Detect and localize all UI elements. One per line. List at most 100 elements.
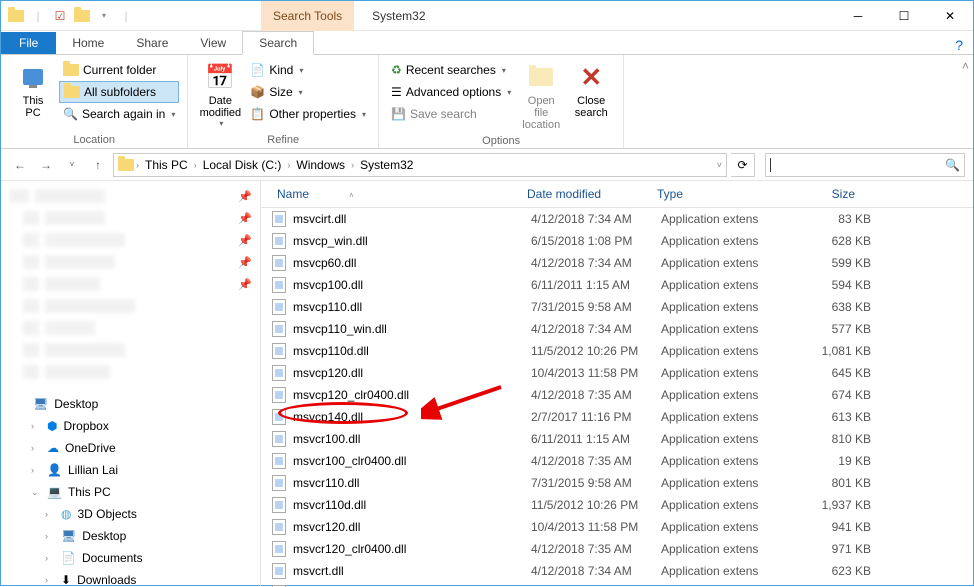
kind-button[interactable]: 📄Kind▾ xyxy=(246,59,370,81)
close-button[interactable]: ✕ xyxy=(927,1,973,31)
up-button[interactable]: ↑ xyxy=(87,154,109,176)
close-search-button[interactable]: ✕ Close search xyxy=(567,59,615,121)
file-list[interactable]: ˄ Name˄ Date modified Type Size msvcirt.… xyxy=(261,181,973,587)
file-row[interactable]: msvcp120_clr0400.dll 4/12/2018 7:35 AM A… xyxy=(261,384,973,406)
column-header-size[interactable]: Size xyxy=(771,185,861,203)
file-size: 1,081 KB xyxy=(781,344,871,358)
sidebar-item-downloads[interactable]: ›⬇Downloads xyxy=(1,569,260,587)
pin-icon[interactable]: 📌 xyxy=(238,278,252,291)
options-icon: ☰ xyxy=(391,85,402,99)
other-properties-button[interactable]: 📋Other properties▾ xyxy=(246,103,370,125)
file-name: msvcp110.dll xyxy=(293,300,531,314)
chevron-right-icon[interactable]: › xyxy=(351,160,354,170)
file-type: Application extens xyxy=(661,234,781,248)
file-type: Application extens xyxy=(661,476,781,490)
size-button[interactable]: 📦Size▾ xyxy=(246,81,370,103)
file-row[interactable]: msvcp100.dll 6/11/2011 1:15 AM Applicati… xyxy=(261,274,973,296)
maximize-button[interactable]: ☐ xyxy=(881,1,927,31)
breadcrumb-seg-2[interactable]: Windows xyxy=(292,156,349,174)
file-row[interactable]: msvcp_win.dll 6/15/2018 1:08 PM Applicat… xyxy=(261,230,973,252)
pin-icon[interactable]: 📌 xyxy=(238,256,252,269)
save-search-button[interactable]: 💾Save search xyxy=(387,103,515,125)
sidebar-item-desktop[interactable]: 🖥Desktop xyxy=(1,393,260,415)
sidebar-item-this-pc[interactable]: ⌄💻This PC xyxy=(1,481,260,503)
file-date: 4/12/2018 7:34 AM xyxy=(531,256,661,270)
file-type: Application extens xyxy=(661,278,781,292)
file-row[interactable]: msvcirt.dll 4/12/2018 7:34 AM Applicatio… xyxy=(261,208,973,230)
current-folder-button[interactable]: Current folder xyxy=(59,59,179,81)
history-dropdown[interactable]: ˅ xyxy=(61,154,83,176)
navigation-pane[interactable]: 📌 📌 📌 📌 📌 🖥Desktop ›⬢Dropbox ›☁OneDrive … xyxy=(1,181,261,587)
search-icon[interactable]: 🔍 xyxy=(945,158,960,172)
file-row[interactable]: msvcr120.dll 10/4/2013 11:58 PM Applicat… xyxy=(261,516,973,538)
file-row[interactable]: msvcp110_win.dll 4/12/2018 7:34 AM Appli… xyxy=(261,318,973,340)
file-row[interactable]: msvcp60.dll 4/12/2018 7:34 AM Applicatio… xyxy=(261,252,973,274)
column-header-type[interactable]: Type xyxy=(651,185,771,203)
chevron-right-icon[interactable]: › xyxy=(194,160,197,170)
breadcrumb-seg-1[interactable]: Local Disk (C:) xyxy=(199,156,286,174)
file-row[interactable]: msvfw32.dll 4/12/2018 7:34 AM Applicatio… xyxy=(261,582,973,587)
breadcrumb-seg-0[interactable]: This PC xyxy=(141,156,192,174)
minimize-button[interactable]: ─ xyxy=(835,1,881,31)
sidebar-item-desktop-2[interactable]: ›🖥Desktop xyxy=(1,525,260,547)
tab-view[interactable]: View xyxy=(184,32,242,54)
pin-icon[interactable]: 📌 xyxy=(238,190,252,203)
help-button[interactable]: ? xyxy=(955,37,963,53)
tab-share[interactable]: Share xyxy=(120,32,184,54)
date-modified-button[interactable]: 📅 Date modified ▾ xyxy=(196,59,244,130)
file-row[interactable]: msvcp140.dll 2/7/2017 11:16 PM Applicati… xyxy=(261,406,973,428)
breadcrumb-seg-3[interactable]: System32 xyxy=(356,156,417,174)
downloads-icon: ⬇ xyxy=(61,573,71,587)
recent-searches-button[interactable]: ♻Recent searches▾ xyxy=(387,59,515,81)
file-row[interactable]: msvcp120.dll 10/4/2013 11:58 PM Applicat… xyxy=(261,362,973,384)
chevron-right-icon[interactable]: › xyxy=(287,160,290,170)
tab-home[interactable]: Home xyxy=(56,32,120,54)
tab-search[interactable]: Search xyxy=(242,31,314,55)
file-row[interactable]: msvcp110d.dll 11/5/2012 10:26 PM Applica… xyxy=(261,340,973,362)
search-again-button[interactable]: 🔍Search again in▾ xyxy=(59,103,179,125)
pin-icon[interactable]: 📌 xyxy=(238,234,252,247)
file-row[interactable]: msvcr110d.dll 11/5/2012 10:26 PM Applica… xyxy=(261,494,973,516)
file-size: 645 KB xyxy=(781,366,871,380)
sidebar-item-3d-objects[interactable]: ›◍3D Objects xyxy=(1,503,260,525)
file-row[interactable]: msvcp110.dll 7/31/2015 9:58 AM Applicati… xyxy=(261,296,973,318)
search-box[interactable]: 🔍 xyxy=(765,153,965,177)
file-date: 4/12/2018 7:34 AM xyxy=(531,322,661,336)
open-file-location-button[interactable]: Open file location xyxy=(517,59,565,133)
sidebar-item-user[interactable]: ›👤Lillian Lai xyxy=(1,459,260,481)
file-name: msvcp110_win.dll xyxy=(293,322,531,336)
qat-dropdown-icon[interactable]: ▾ xyxy=(95,7,113,25)
file-row[interactable]: msvcr120_clr0400.dll 4/12/2018 7:35 AM A… xyxy=(261,538,973,560)
sidebar-item-onedrive[interactable]: ›☁OneDrive xyxy=(1,437,260,459)
address-bar[interactable]: › This PC › Local Disk (C:) › Windows › … xyxy=(113,153,727,177)
file-row[interactable]: msvcr110.dll 7/31/2015 9:58 AM Applicati… xyxy=(261,472,973,494)
search-input[interactable] xyxy=(770,158,945,172)
chevron-right-icon[interactable]: › xyxy=(136,160,139,170)
refresh-button[interactable]: ⟳ xyxy=(731,153,755,177)
column-header-date[interactable]: Date modified xyxy=(521,185,651,203)
address-dropdown-icon[interactable]: ˅ xyxy=(717,160,722,170)
file-size: 941 KB xyxy=(781,520,871,534)
file-row[interactable]: msvcr100_clr0400.dll 4/12/2018 7:35 AM A… xyxy=(261,450,973,472)
all-subfolders-button[interactable]: All subfolders xyxy=(59,81,179,103)
this-pc-button[interactable]: This PC xyxy=(9,59,57,121)
file-date: 4/12/2018 7:35 AM xyxy=(531,542,661,556)
kind-icon: 📄 xyxy=(250,63,265,77)
qat-properties-icon[interactable]: ☑ xyxy=(51,7,69,25)
group-label-refine: Refine xyxy=(196,132,370,146)
back-button[interactable]: ← xyxy=(9,154,31,176)
file-row[interactable]: msvcrt.dll 4/12/2018 7:34 AM Application… xyxy=(261,560,973,582)
column-header-name[interactable]: Name˄ xyxy=(261,185,521,203)
tab-file[interactable]: File xyxy=(1,32,56,54)
file-date: 6/11/2011 1:15 AM xyxy=(531,432,661,446)
advanced-options-button[interactable]: ☰Advanced options▾ xyxy=(387,81,515,103)
file-size: 577 KB xyxy=(781,322,871,336)
collapse-ribbon-button[interactable]: ˄ xyxy=(958,55,973,148)
file-row[interactable]: msvcr100.dll 6/11/2011 1:15 AM Applicati… xyxy=(261,428,973,450)
pin-icon[interactable]: 📌 xyxy=(238,212,252,225)
sidebar-item-dropbox[interactable]: ›⬢Dropbox xyxy=(1,415,260,437)
file-date: 10/4/2013 11:58 PM xyxy=(531,366,661,380)
sidebar-item-documents[interactable]: ›📄Documents xyxy=(1,547,260,569)
qat-new-folder-icon[interactable] xyxy=(73,7,91,25)
forward-button[interactable]: → xyxy=(35,154,57,176)
